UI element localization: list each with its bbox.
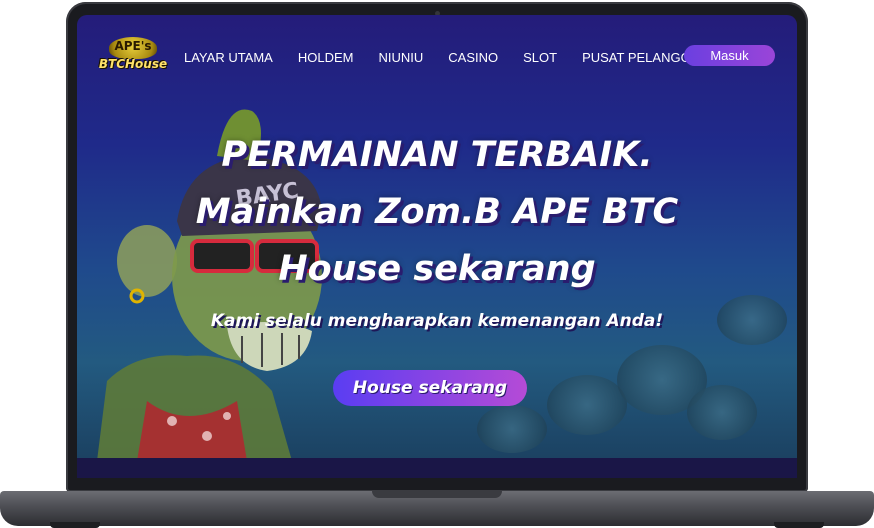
hero-subtitle: Kami selalu mengharapkan kemenangan Anda… xyxy=(210,311,664,331)
website-screen: BAYC APE's BTCHouse LAYAR UTAMA HOLDEM N… xyxy=(77,15,797,478)
coin-decoration xyxy=(477,405,547,453)
screen-bottom-band xyxy=(77,458,797,478)
nav-item-casino[interactable]: CASINO xyxy=(448,50,498,65)
site-logo[interactable]: APE's BTCHouse xyxy=(97,35,169,83)
laptop-foot-right xyxy=(774,522,824,528)
play-now-button[interactable]: House sekarang xyxy=(333,370,527,406)
nav-item-holdem[interactable]: HOLDEM xyxy=(298,50,354,65)
login-button[interactable]: Masuk xyxy=(684,45,775,66)
coin-decoration xyxy=(717,295,787,345)
coin-decoration xyxy=(687,385,757,440)
laptop-foot-left xyxy=(50,522,100,528)
nav-item-layar-utama[interactable]: LAYAR UTAMA xyxy=(184,50,273,65)
hero-title-line-2: Mainkan Zom.B APE BTC xyxy=(195,192,679,232)
hero-title-line-3: House sekarang xyxy=(278,249,596,289)
hero-title: PERMAINAN TERBAIK. Mainkan Zom.B APE BTC… xyxy=(177,127,697,298)
nav-item-slot[interactable]: SLOT xyxy=(523,50,557,65)
hero-title-line-1: PERMAINAN TERBAIK. xyxy=(221,135,653,175)
laptop-hinge-notch xyxy=(372,491,502,498)
logo-top-text: APE's xyxy=(114,39,152,53)
nav-item-niuniu[interactable]: NIUNIU xyxy=(378,50,423,65)
coin-decoration xyxy=(547,375,627,435)
logo-bottom-text: BTCHouse xyxy=(98,57,168,71)
